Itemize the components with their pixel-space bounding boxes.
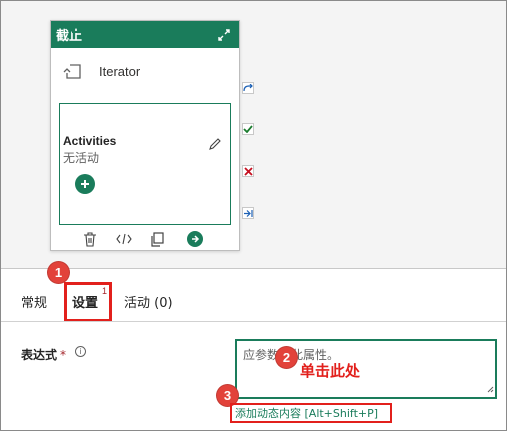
code-icon[interactable] (115, 230, 133, 248)
add-dynamic-content-link[interactable]: 添加动态内容 [Alt+Shift+P] (230, 403, 392, 423)
plus-icon (81, 180, 89, 188)
pipeline-canvas[interactable]: 截止 Iterator Activities 无活动 (1, 1, 506, 269)
card-header: 截止 (51, 21, 239, 48)
step-badge-1: 1 (48, 262, 69, 283)
required-marker: * (60, 348, 67, 362)
click-here-annotation: 单击此处 (300, 362, 361, 380)
card-toolbar (51, 228, 239, 250)
tab-general[interactable]: 常规 (21, 292, 47, 311)
activities-empty-text: 无活动 (63, 151, 100, 165)
settings-tab-highlight (64, 282, 112, 322)
tabs-divider (1, 321, 506, 322)
card-title: 截止 (56, 29, 83, 44)
activities-title: Activities (63, 134, 117, 148)
success-port-icon[interactable] (242, 123, 254, 135)
step-badge-2: 2 (276, 347, 297, 368)
tab-activities[interactable]: 活动 (0) (124, 292, 173, 311)
delete-icon[interactable] (81, 230, 99, 248)
copy-icon[interactable] (148, 230, 166, 248)
active-tab-indicator (72, 31, 102, 33)
activities-container[interactable]: Activities 无活动 (59, 103, 231, 225)
info-icon[interactable]: i (75, 346, 86, 357)
expression-label: 表达式 * (21, 346, 66, 363)
iterator-label: Iterator (99, 63, 141, 79)
iterator-row: Iterator (63, 62, 140, 80)
completion-port-icon[interactable] (242, 207, 254, 219)
skip-port-icon[interactable] (242, 82, 254, 94)
add-dynamic-content-text: 添加动态内容 [Alt+Shift+P] (235, 407, 379, 420)
go-icon[interactable] (186, 230, 204, 248)
failure-port-icon[interactable] (242, 165, 254, 177)
expression-label-text: 表达式 (21, 348, 58, 362)
expression-input[interactable]: 应参数化此属性。 (235, 339, 497, 399)
iterator-icon (63, 64, 81, 79)
pencil-icon[interactable] (208, 137, 222, 156)
expand-icon[interactable] (216, 27, 232, 43)
until-activity-card[interactable]: 截止 Iterator Activities 无活动 (50, 20, 240, 251)
resize-grip-icon[interactable] (487, 382, 494, 396)
add-activity-button[interactable] (75, 174, 95, 194)
